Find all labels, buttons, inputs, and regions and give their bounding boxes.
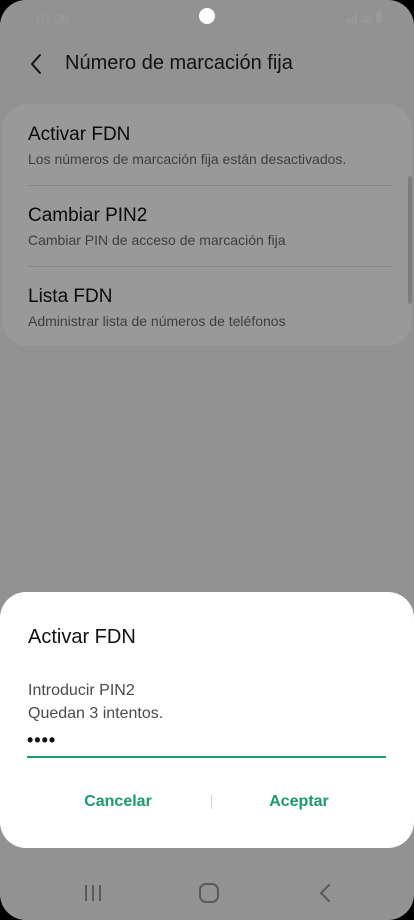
pin-dialog: Activar FDN Introducir PIN2 Quedan 3 int… [0,592,414,848]
home-button[interactable] [191,878,227,908]
dialog-title: Activar FDN [28,626,136,648]
dialog-message-pin: Introducir PIN2 [28,682,135,699]
navigation-bar [0,862,414,920]
cancel-button[interactable]: Cancelar [28,788,208,816]
back-icon [320,884,330,902]
nav-back-button[interactable] [307,878,343,908]
home-icon [199,883,219,903]
camera-cutout [199,8,215,24]
dialog-message-attempts: Quedan 3 intentos. [28,705,164,722]
accept-button[interactable]: Aceptar [209,788,389,816]
recent-apps-button[interactable] [75,878,111,908]
pin2-input[interactable] [27,726,386,758]
recent-apps-icon [85,885,101,901]
phone-screen: 10.00 Número de marcación fija Activar F… [0,0,414,920]
